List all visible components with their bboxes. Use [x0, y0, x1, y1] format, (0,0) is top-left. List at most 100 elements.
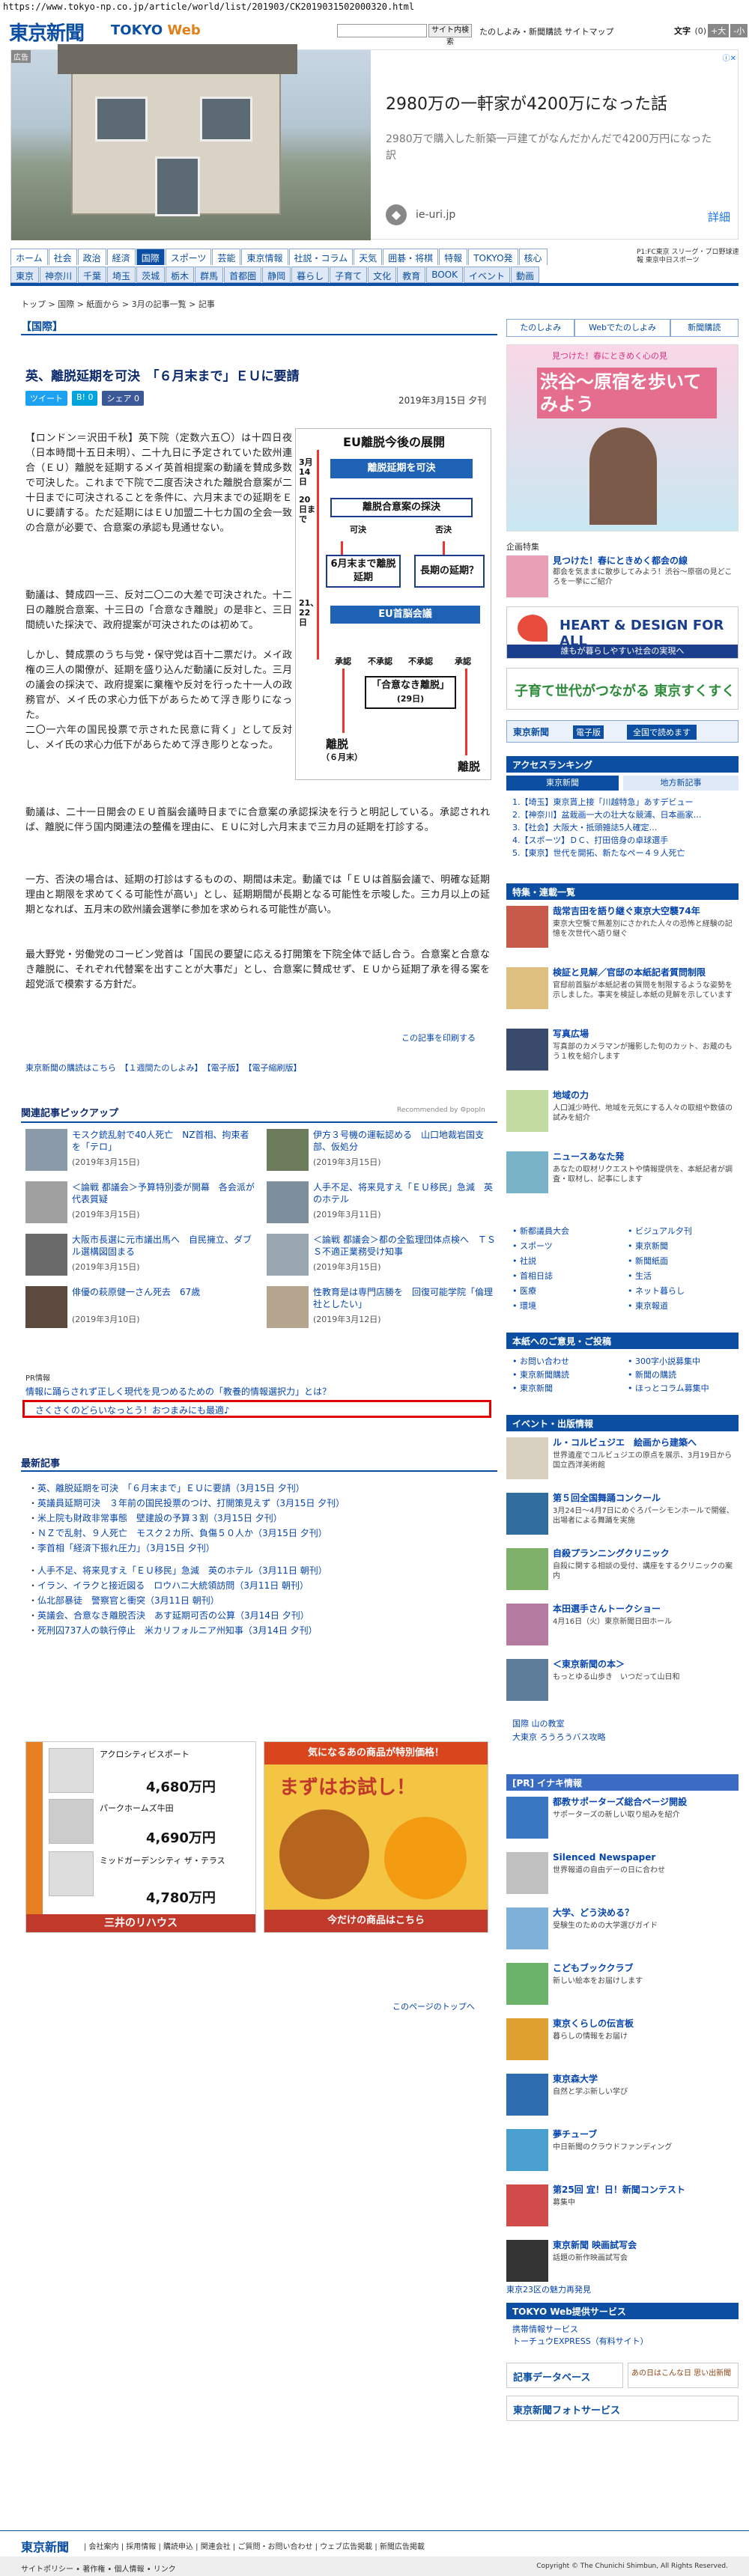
- pr-item[interactable]: 大学、どう決める？ 受験生のための大学選びガイド: [506, 1907, 739, 1952]
- page-top-link[interactable]: このページのトップへ: [392, 2000, 475, 2012]
- related-item[interactable]: ＜論戦 都議会＞予算特別委が開幕 各会派が代表質疑 (2019年3月15日): [25, 1181, 258, 1226]
- news-item[interactable]: 死刑囚737人の執行停止 米カリフォルニア州知事（3月14日 夕刊）: [28, 1623, 493, 1638]
- category-link[interactable]: • 新聞紙面: [628, 1255, 668, 1267]
- tab-tanoshiyomi[interactable]: たのしよみ: [506, 319, 575, 337]
- event-item[interactable]: ＜東京新聞の本＞ もっとゆる山歩き いつだって山日和: [506, 1659, 739, 1704]
- related-item[interactable]: 伊方３号機の運転認める 山口地裁岩国支部、仮処分 (2019年3月15日): [267, 1129, 499, 1174]
- pr-item[interactable]: こどもブッククラブ 新しい絵本をお届けします: [506, 1963, 739, 2008]
- pr-link[interactable]: 情報に踊らされず正しく現代を見つめるための「教養的情報選択力」とは？: [25, 1385, 331, 1398]
- category-link[interactable]: • 環境: [512, 1300, 536, 1312]
- event-item[interactable]: 第５回全国舞踊コンクール 3月24日〜4月7日にめぐろパーシモンホールで開催、出場…: [506, 1493, 739, 1538]
- news-item[interactable]: 李首相「経済下振れ圧力」（3月15日 夕刊）: [28, 1541, 493, 1556]
- subnav-item[interactable]: イベント: [463, 267, 510, 283]
- ad-title[interactable]: 2980万の一軒家が4200万になった話: [386, 91, 667, 115]
- footer-logo[interactable]: 東京新聞: [21, 2537, 69, 2555]
- top-ad[interactable]: 広告 ⓘ✕ 2980万の一軒家が4200万になった話 2980万で購入した新築一…: [10, 44, 739, 240]
- event-item[interactable]: ル・コルビュジエ 絵画から建築へ 世界遺産でコルビュジエの原点を展示、3月19日か…: [506, 1437, 739, 1482]
- web-services-list[interactable]: 携帯情報サービス トーチュウEXPRESS（有料サイト）: [512, 2324, 649, 2348]
- nav-item[interactable]: 東京情報: [241, 249, 288, 265]
- nav-item[interactable]: 核心: [518, 249, 548, 265]
- pr-item[interactable]: 東京くらしの伝言板 暮らしの情報をお届け: [506, 2018, 739, 2063]
- e-edition-banner[interactable]: 東京新聞 電子版 全国で読めます: [506, 720, 739, 743]
- category-link[interactable]: • 東京報道: [628, 1300, 668, 1312]
- other-links[interactable]: 国際 山の教室 大東京 ろうろうバス攻略: [512, 1717, 606, 1744]
- footer-policy-links[interactable]: サイトポリシー • 著作権 • 個人情報 • リンク: [21, 2566, 176, 2574]
- subnav-item[interactable]: 暮らし: [291, 267, 330, 283]
- opinion-link[interactable]: • 東京新聞購読: [512, 1368, 569, 1380]
- pr-link-highlighted[interactable]: さくさくのどらいなっとう！おつまみにも最適♪: [22, 1400, 491, 1418]
- subscription-links[interactable]: 東京新聞の購読はこちら 【１週間たのしよみ】 【電子版】 【電子縮刷版】: [25, 1062, 302, 1074]
- news-item[interactable]: 仏北部暴徒 警察官と衝突（3月11日 朝刊）: [28, 1593, 493, 1608]
- service-link[interactable]: 携帯情報サービス: [512, 2324, 649, 2336]
- opinion-link[interactable]: • 東京新聞: [512, 1382, 553, 1394]
- header-links[interactable]: たのしよみ・新聞購読 サイトマップ: [479, 25, 614, 37]
- tab-web-tanoshiyomi[interactable]: Webでたのしよみ: [574, 319, 670, 337]
- pr-item[interactable]: 夢チューブ 中日新聞のクラウドファンディング: [506, 2129, 739, 2174]
- news-item[interactable]: 人手不足、将来見すえ「ＥＵ移民」急減 英のホテル（3月11日 朝刊）: [28, 1563, 493, 1578]
- subnav-item[interactable]: 神奈川: [40, 267, 78, 283]
- search-input[interactable]: [337, 24, 427, 37]
- feature-item[interactable]: 写真広場 写真部のカメラマンが撮影した旬のカット、お蔵のもう１枚を紹介します: [506, 1029, 739, 1074]
- realestate-ad[interactable]: アクロシティビスポート 4,680万円 パークホームズ牛田 4,690万円 ミッ…: [25, 1741, 256, 1933]
- service-link[interactable]: トーチュウEXPRESS（有料サイト）: [512, 2336, 649, 2348]
- related-item[interactable]: 人手不足、将来見すえ「ＥＵ移民」急減 英のホテル (2019年3月11日): [267, 1181, 499, 1226]
- tab-subscribe[interactable]: 新聞購読: [670, 319, 739, 337]
- feature-item[interactable]: 哉常吉田を語り継ぐ東京大空襲74年 東京大空襲で無差別にさかれた人々の恐怖と経験の…: [506, 906, 739, 951]
- subnav-item[interactable]: 文化: [368, 267, 397, 283]
- category-link[interactable]: • 新都議員大会: [512, 1225, 569, 1237]
- event-item[interactable]: 本田選手さんトークショー 4月16日（火）東京新聞日田ホール: [506, 1604, 739, 1648]
- nav-item[interactable]: 経済: [106, 249, 136, 265]
- nav-item[interactable]: 芸能: [212, 249, 241, 265]
- nav-item[interactable]: TOKYO発: [468, 249, 518, 265]
- category-link[interactable]: • 医療: [512, 1285, 536, 1297]
- subnav-item[interactable]: 首都圏: [224, 267, 262, 283]
- font-up-button[interactable]: +大: [708, 24, 730, 37]
- opinion-link[interactable]: • 300字小説募集中: [628, 1355, 700, 1367]
- pr-item[interactable]: 第25回 宜！日！新聞コンテスト 募集中: [506, 2184, 739, 2229]
- search-button[interactable]: サイト内検索: [428, 24, 472, 46]
- opinion-link[interactable]: • お問い合わせ: [512, 1355, 569, 1367]
- chunichi-sports-link[interactable]: P1:FC東京 スリーグ・プロ野球速報 東京中日スポーツ: [637, 249, 742, 265]
- related-item[interactable]: モスク銃乱射で40人死亡 NZ首相、拘束者を「テロ」 (2019年3月15日): [25, 1129, 258, 1174]
- footer-links[interactable]: | 会社案内 | 採用情報 | 購読申込 | 関連会社 | ご質問・お問い合わせ…: [84, 2540, 425, 2551]
- subnav-item[interactable]: 千葉: [78, 267, 107, 283]
- category-link[interactable]: • 社説: [512, 1255, 536, 1267]
- nav-item[interactable]: 国際: [136, 249, 165, 265]
- pr-item[interactable]: 東京森大学 自然と学ぶ新しい学び: [506, 2074, 739, 2119]
- related-item[interactable]: ＜論戦 都議会＞都の全監理団体点検へ ＴＳＳ不適正業務受け知事 (2019年3月1…: [267, 1234, 499, 1279]
- ad-detail-button[interactable]: 詳細: [708, 209, 730, 225]
- other-link[interactable]: 国際 山の教室: [512, 1717, 606, 1731]
- rank-item[interactable]: 4.【スポーツ】ＤＣ、打田倍身の卓球選手: [512, 835, 737, 846]
- subnav-item[interactable]: 茨城: [136, 267, 166, 283]
- tweet-button[interactable]: ツイート: [25, 391, 67, 406]
- subnav-item[interactable]: 埼玉: [107, 267, 136, 283]
- popin-credit[interactable]: Recommended by ⚙popIn: [397, 1106, 485, 1114]
- rank-item[interactable]: 3.【社会】大阪大・抵頭雑誌5人確定…: [512, 822, 737, 833]
- photo-service-banner[interactable]: 東京新聞フォトサービス: [506, 2396, 739, 2421]
- other-link[interactable]: 大東京 ろうろうバス攻略: [512, 1731, 606, 1744]
- news-item[interactable]: 英議員延期可決 ３年前の国民投票のつけ、打開策見えず（3月15日 夕刊）: [28, 1496, 493, 1511]
- tokyo-23ku-link[interactable]: 東京23区の魅力再発見: [506, 2283, 739, 2295]
- related-item[interactable]: 大阪市長選に元市議出馬へ 自民擁立、ダブル選構図固まる (2019年3月15日): [25, 1234, 258, 1279]
- nav-item[interactable]: 天気: [354, 249, 383, 265]
- subnav-item[interactable]: BOOK: [426, 267, 463, 283]
- category-link[interactable]: • スポーツ: [512, 1240, 553, 1252]
- news-item[interactable]: 米上院も財政非常事態 壁建設の予算３割（3月15日 夕刊）: [28, 1511, 493, 1526]
- rank-item[interactable]: 5.【東京】世代を開拓、新たなペー４９人死亡: [512, 847, 737, 859]
- subnav-item[interactable]: 子育て: [330, 267, 368, 283]
- related-item[interactable]: 俳優の萩原健一さん死去 67歳 (2019年3月10日): [25, 1286, 258, 1331]
- ad-description[interactable]: 2980万で購入した新築一戸建てがなんだかんだで4200万円になった訳: [386, 131, 715, 164]
- nav-item[interactable]: ホーム: [10, 249, 48, 265]
- feature-item[interactable]: 検証と見解／官邸の本紙記者質問制限 官邸前首脳が本紙記者の質問を制限するような姿勢…: [506, 967, 739, 1012]
- sukusuku-banner[interactable]: 子育て世代がつながる 東京すくすく: [506, 668, 739, 710]
- e-read-button[interactable]: 全国で読めます: [627, 725, 697, 740]
- news-item[interactable]: 英議会、合意なき離脱否決 あす延期可否の公算（3月14日 夕刊）: [28, 1608, 493, 1623]
- pr-item[interactable]: 都教サポーターズ総合ページ開設 サポーターズの新しい取り組みを紹介: [506, 1797, 739, 1842]
- pr-item[interactable]: Silenced Newspaper 世界報道の自由デーの日に合わせ: [506, 1852, 739, 1897]
- news-item[interactable]: イラン、イラクと接近図る ロウハニ大統領訪問（3月11日 朝刊）: [28, 1578, 493, 1593]
- site-logo-web[interactable]: TOKYO Web: [111, 22, 201, 38]
- breadcrumb[interactable]: トップ > 国際 > 紙面から > 3月の記事一覧 > 記事: [21, 298, 215, 310]
- hatena-button[interactable]: B! 0: [72, 391, 98, 406]
- nav-item[interactable]: スポーツ: [165, 249, 212, 265]
- subnav-item[interactable]: 教育: [397, 267, 426, 283]
